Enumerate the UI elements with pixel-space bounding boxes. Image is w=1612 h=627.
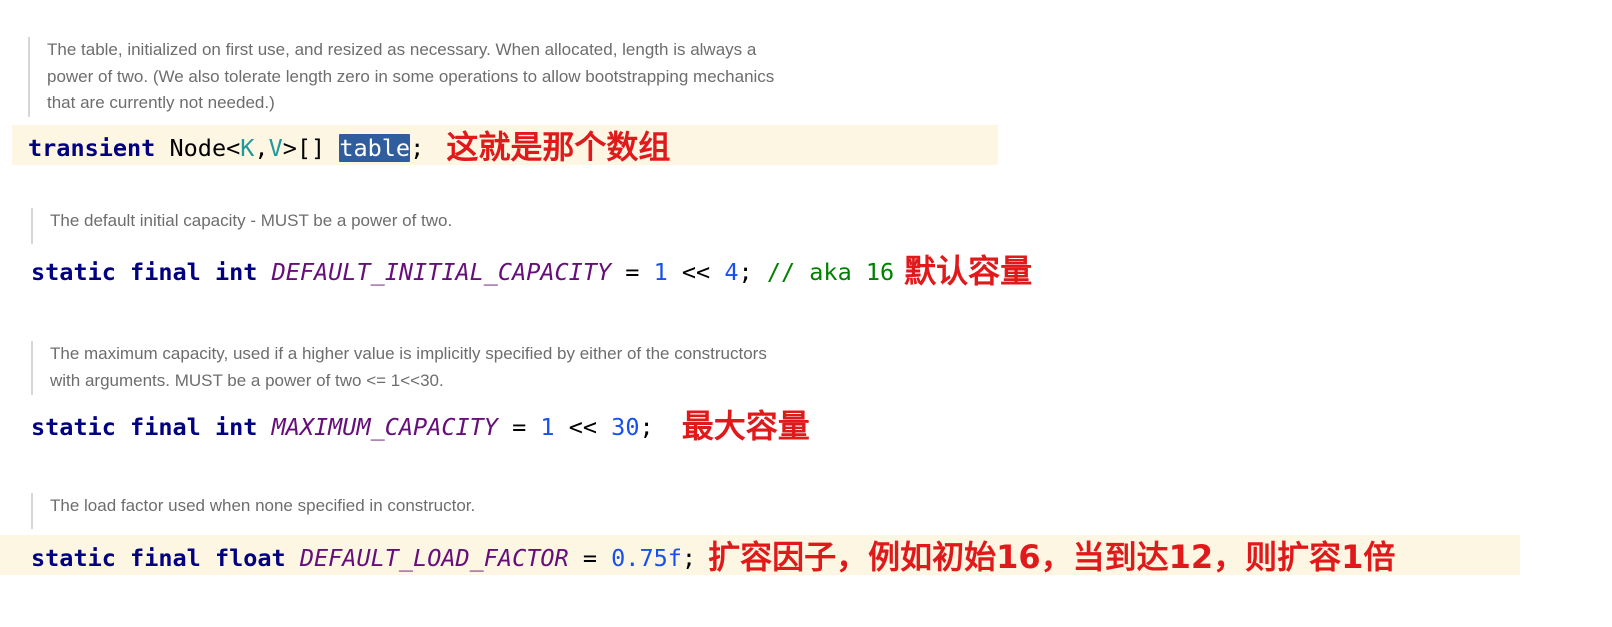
operator: <<	[681, 258, 711, 286]
operator: =	[512, 413, 527, 441]
semicolon: ;	[639, 413, 654, 441]
annotation-note: 默认容量	[904, 252, 1033, 290]
keyword: static	[31, 544, 116, 572]
line-comment: // aka 16	[766, 258, 895, 286]
operator: =	[625, 258, 640, 286]
doc-line: The default initial capacity - MUST be a…	[50, 211, 453, 230]
doc-line: with arguments. MUST be a power of two <…	[50, 370, 444, 390]
semicolon: ;	[410, 134, 425, 162]
annotation-note: 这就是那个数组	[446, 128, 671, 166]
semicolon: ;	[738, 258, 753, 286]
number-literal: 4	[724, 258, 739, 286]
keyword: final	[130, 544, 201, 572]
number-literal: 1	[653, 258, 668, 286]
doc-line: The table, initialized on first use, and…	[47, 40, 757, 59]
type-name: Node	[169, 134, 227, 162]
keyword: int	[214, 413, 258, 441]
generic-close: >[]	[282, 134, 326, 162]
keyword: static	[31, 413, 116, 441]
number-literal: 30	[611, 413, 640, 441]
keyword: float	[214, 544, 286, 572]
operator: =	[582, 544, 597, 572]
keyword: final	[130, 413, 201, 441]
keyword: static	[31, 258, 116, 286]
semicolon: ;	[681, 544, 697, 572]
generic-open: <	[226, 134, 241, 162]
annotation-note: 最大容量	[681, 407, 810, 445]
keyword: final	[130, 258, 201, 286]
selected-field-table[interactable]: table	[339, 134, 411, 162]
doc-line: that are currently not needed.)	[47, 93, 275, 112]
code-line-maximum-capacity[interactable]: static final int MAXIMUM_CAPACITY = 1 <<…	[31, 404, 810, 445]
doc-line: The maximum capacity, used if a higher v…	[50, 344, 767, 363]
keyword: int	[214, 258, 258, 286]
code-line-table[interactable]: transient Node<K,V>[] table; 这就是那个数组	[12, 125, 998, 166]
field-name: MAXIMUM_CAPACITY	[271, 413, 498, 441]
field-name: DEFAULT_INITIAL_CAPACITY	[271, 258, 612, 286]
doc-line: power of two. (We also tolerate length z…	[47, 66, 775, 86]
keyword: transient	[28, 134, 156, 162]
code-line-load-factor[interactable]: static final float DEFAULT_LOAD_FACTOR =…	[0, 535, 1520, 576]
javadoc-default-initial-capacity: The default initial capacity - MUST be a…	[31, 208, 452, 244]
javadoc-table: The table, initialized on first use, and…	[28, 37, 774, 117]
code-line-default-initial-capacity[interactable]: static final int DEFAULT_INITIAL_CAPACIT…	[31, 249, 1033, 290]
number-literal: 0.75f	[611, 544, 682, 572]
javadoc-maximum-capacity: The maximum capacity, used if a higher v…	[31, 341, 767, 395]
type-param-k: K	[240, 134, 255, 162]
comma: ,	[254, 134, 269, 162]
javadoc-load-factor: The load factor used when none specified…	[31, 493, 475, 529]
doc-line: The load factor used when none specified…	[50, 496, 476, 515]
field-name: DEFAULT_LOAD_FACTOR	[299, 544, 569, 572]
operator: <<	[568, 413, 598, 441]
annotation-note: 扩容因子，例如初始16，当到达12，则扩容1倍	[708, 538, 1396, 576]
number-literal: 1	[540, 413, 555, 441]
type-param-v: V	[268, 134, 283, 162]
